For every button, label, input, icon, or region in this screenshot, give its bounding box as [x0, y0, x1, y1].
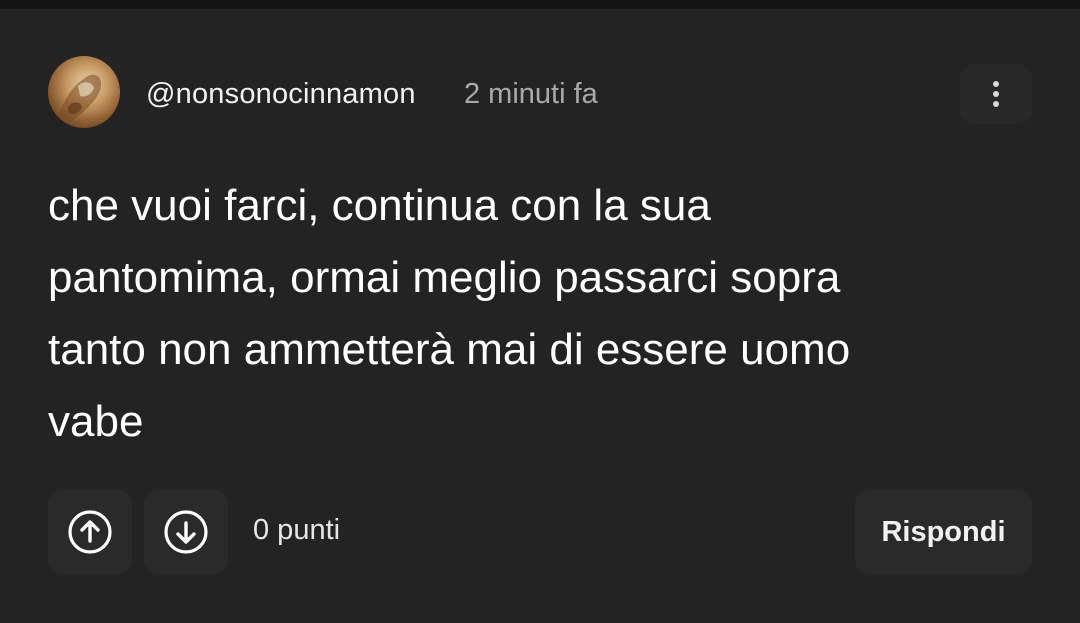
arrow-up-circle-icon [68, 510, 112, 554]
timestamp: 2 minuti fa [464, 78, 598, 110]
vertical-dots-icon [993, 81, 999, 107]
upvote-button[interactable] [48, 490, 132, 574]
comment-line: vabe [48, 397, 144, 446]
downvote-button[interactable] [144, 490, 228, 574]
username[interactable]: @nonsonocinnamon [146, 78, 416, 111]
avatar[interactable] [48, 56, 120, 128]
reply-button[interactable]: Rispondi [855, 490, 1032, 574]
arrow-down-circle-icon [164, 510, 208, 554]
top-divider [0, 0, 1080, 9]
more-options-button[interactable] [960, 64, 1032, 124]
comment-line: che vuoi farci, continua con la sua [48, 181, 711, 230]
comment-text: che vuoi farci, continua con la sua pant… [48, 170, 1038, 458]
comment-line: tanto non ammetterà mai di essere uomo [48, 325, 851, 374]
avatar-image [58, 74, 102, 122]
comment-line: pantomima, ormai meglio passarci sopra [48, 253, 841, 302]
score-count: 0 punti [253, 514, 341, 546]
